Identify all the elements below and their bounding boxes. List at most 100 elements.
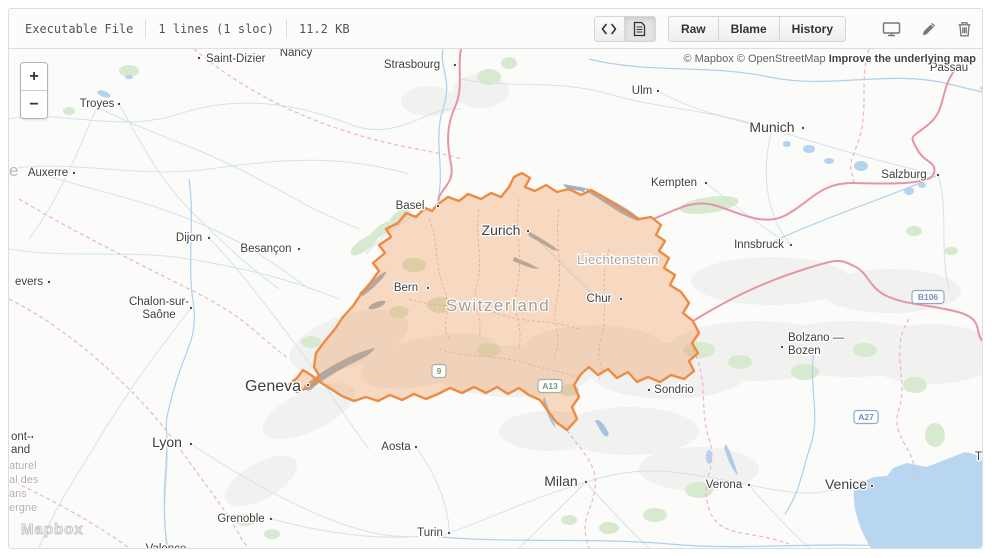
city-label: evers [15,276,43,288]
label-fragment: ergne [9,502,37,514]
city-dot [869,483,875,489]
raw-button[interactable]: Raw [667,15,719,42]
tool-icons [862,21,972,37]
view-toggle-group [593,15,656,42]
mapbox-watermark: Mapbox [21,521,84,539]
road-shield-label: A13 [542,381,558,391]
city-label: Salzburg [881,169,926,181]
basemap: Saint-Dizier Nancy Troyes Auxerre Strasbourg… [9,49,982,548]
city-label: Chur [587,293,612,305]
file-lines-label: 1 lines (1 sloc) [158,21,274,36]
city-dot [268,516,274,522]
city-label: Geneva [245,378,301,395]
delete-button[interactable] [957,21,972,37]
label-fragment: e [9,161,18,180]
city-dot [788,242,794,248]
city-dot [71,170,77,176]
city-dot [935,172,941,178]
city-dot [413,444,419,450]
city-label: Valence [146,543,187,548]
city-dot [703,180,709,186]
zoom-in-button[interactable]: + [21,63,47,91]
city-dot [525,228,531,234]
city-dot [187,546,191,548]
country-label: Liechtenstein [577,252,659,267]
city-label: Sondrio [654,384,694,396]
city-dot [618,296,624,302]
city-label: Auxerre [28,167,68,179]
city-label: Turin [417,527,443,539]
city-dot [305,382,311,388]
city-label: ont-and [11,431,31,456]
file-size-label: 11.2 KB [298,21,350,36]
city-label: Saint-Dizier [206,53,266,65]
city-dot [800,125,806,131]
display-icon [882,21,901,36]
city-label: Troyes [80,98,115,110]
city-label: Nancy [280,49,313,59]
city-dot [188,305,194,311]
city-dot [646,387,652,393]
city-label: Aosta [381,441,411,453]
code-icon [602,23,617,34]
osm-attribution-link[interactable]: © OpenStreetMap [737,53,826,65]
city-label: Venice [825,476,867,492]
zoom-out-button[interactable]: − [21,91,47,118]
city-label: Bern [394,282,418,294]
city-label: Zurich [482,222,521,238]
road-shield-label: A27 [858,412,874,422]
trash-icon [958,21,971,36]
city-dot [46,279,52,285]
city-dot [296,246,302,252]
improve-map-link[interactable]: Improve the underlying map [829,53,976,65]
source-view-button[interactable] [593,15,625,42]
city-label: Milan [544,473,577,489]
city-label: Munich [749,119,794,135]
city-label: Ulm [632,85,652,97]
file-header: Executable File 1 lines (1 sloc) 11.2 KB [9,9,982,49]
map-attribution: © Mapbox © OpenStreetMap Improve the und… [683,53,976,65]
page: Executable File 1 lines (1 sloc) 11.2 KB [0,0,992,558]
label-fragment: al des [9,474,39,486]
file-text-icon [634,21,646,36]
city-label: Besançon [240,243,291,255]
file-meta: Executable File 1 lines (1 sloc) 11.2 KB [19,19,362,38]
city-dot [206,235,212,241]
city-label: Basel [396,200,425,212]
city-dot [452,62,458,68]
label-fragment: ans [9,488,27,500]
city-label: Trie [975,451,982,463]
file-view-frame: Executable File 1 lines (1 sloc) 11.2 KB [8,8,983,549]
city-dot [435,203,441,209]
label-fragment: aturel [9,460,37,472]
edit-button[interactable] [921,21,937,37]
city-dot [779,344,785,350]
city-dot [583,479,589,485]
city-label: Innsbruck [734,239,784,251]
city-dot [746,482,752,488]
file-type-label: Executable File [25,21,134,36]
country-label: Switzerland [446,296,550,315]
header-actions: Raw Blame History [593,15,972,42]
map-canvas[interactable]: Saint-Dizier Nancy Troyes Auxerre Strasbourg… [9,49,982,548]
city-dot [196,55,202,61]
city-dot [116,101,122,107]
history-button[interactable]: History [779,15,846,42]
mapbox-attribution-link[interactable]: © Mapbox [683,53,733,65]
city-label: Grenoble [217,513,264,525]
city-dot [188,441,194,447]
city-dot [425,285,431,291]
road-shield-label: 9 [437,366,442,376]
display-button[interactable] [882,21,901,37]
rendered-view-button[interactable] [624,15,656,42]
blame-button[interactable]: Blame [718,15,780,42]
road-shield-label: B106 [918,292,939,302]
city-label: Lyon [152,434,182,450]
city-label: Dijon [176,232,202,244]
city-label: Strasbourg [384,59,440,71]
city-dot [446,530,452,536]
map-zoom-control: + − [20,62,48,119]
city-dot [655,88,661,94]
file-action-group: Raw Blame History [667,15,846,42]
city-label: Verona [706,479,743,491]
